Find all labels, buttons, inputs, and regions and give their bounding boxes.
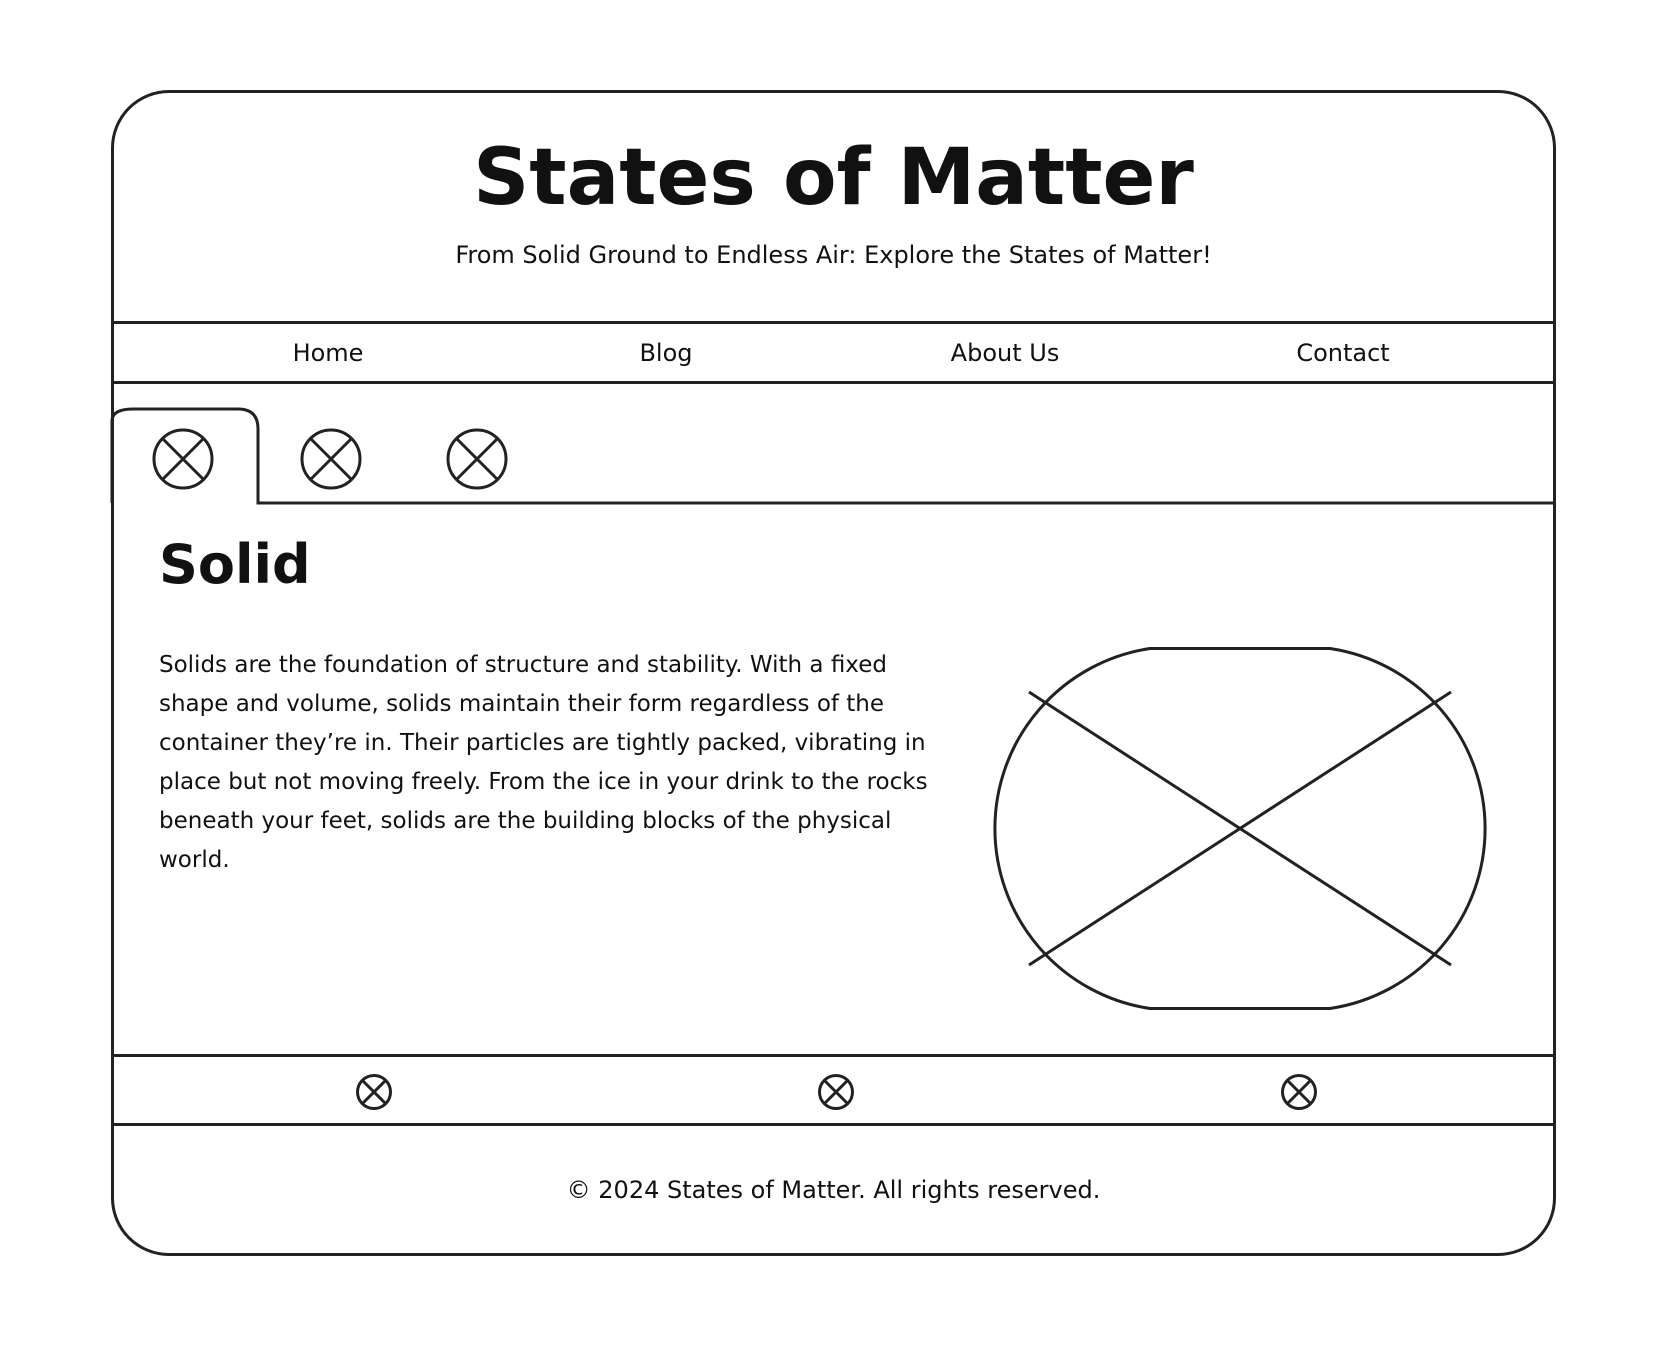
placeholder-icon — [356, 1074, 392, 1110]
footer-copyright: © 2024 States of Matter. All rights rese… — [566, 1176, 1101, 1204]
social-link-2[interactable] — [817, 1073, 855, 1115]
placeholder-icon — [1281, 1074, 1317, 1110]
nav-item-blog[interactable]: Blog — [639, 325, 692, 381]
tab-3[interactable] — [446, 428, 508, 494]
placeholder-icon — [446, 428, 508, 490]
page-frame: States of Matter From Solid Ground to En… — [110, 90, 1556, 1256]
social-link-1[interactable] — [355, 1073, 393, 1115]
divider — [114, 1123, 1553, 1126]
tab-2[interactable] — [300, 428, 362, 494]
social-link-3[interactable] — [1280, 1073, 1318, 1115]
nav-item-contact[interactable]: Contact — [1296, 325, 1389, 381]
placeholder-icon — [152, 428, 214, 490]
tab-1[interactable] — [152, 428, 214, 494]
placeholder-icon — [818, 1074, 854, 1110]
social-bar — [114, 1057, 1553, 1123]
image-placeholder-icon — [993, 647, 1487, 1010]
divider — [114, 321, 1553, 324]
section-heading: Solid — [159, 533, 311, 596]
page-subtitle: From Solid Ground to Endless Air: Explor… — [455, 241, 1212, 269]
placeholder-icon — [300, 428, 362, 490]
page-title: States of Matter — [473, 133, 1194, 223]
section-body: Solids are the foundation of structure a… — [159, 652, 928, 873]
nav-item-home[interactable]: Home — [293, 325, 364, 381]
image-placeholder — [966, 647, 1516, 1017]
tab-bar — [110, 384, 1556, 505]
main-nav: Home Blog About Us Contact — [114, 325, 1553, 381]
nav-item-about-us[interactable]: About Us — [951, 325, 1060, 381]
